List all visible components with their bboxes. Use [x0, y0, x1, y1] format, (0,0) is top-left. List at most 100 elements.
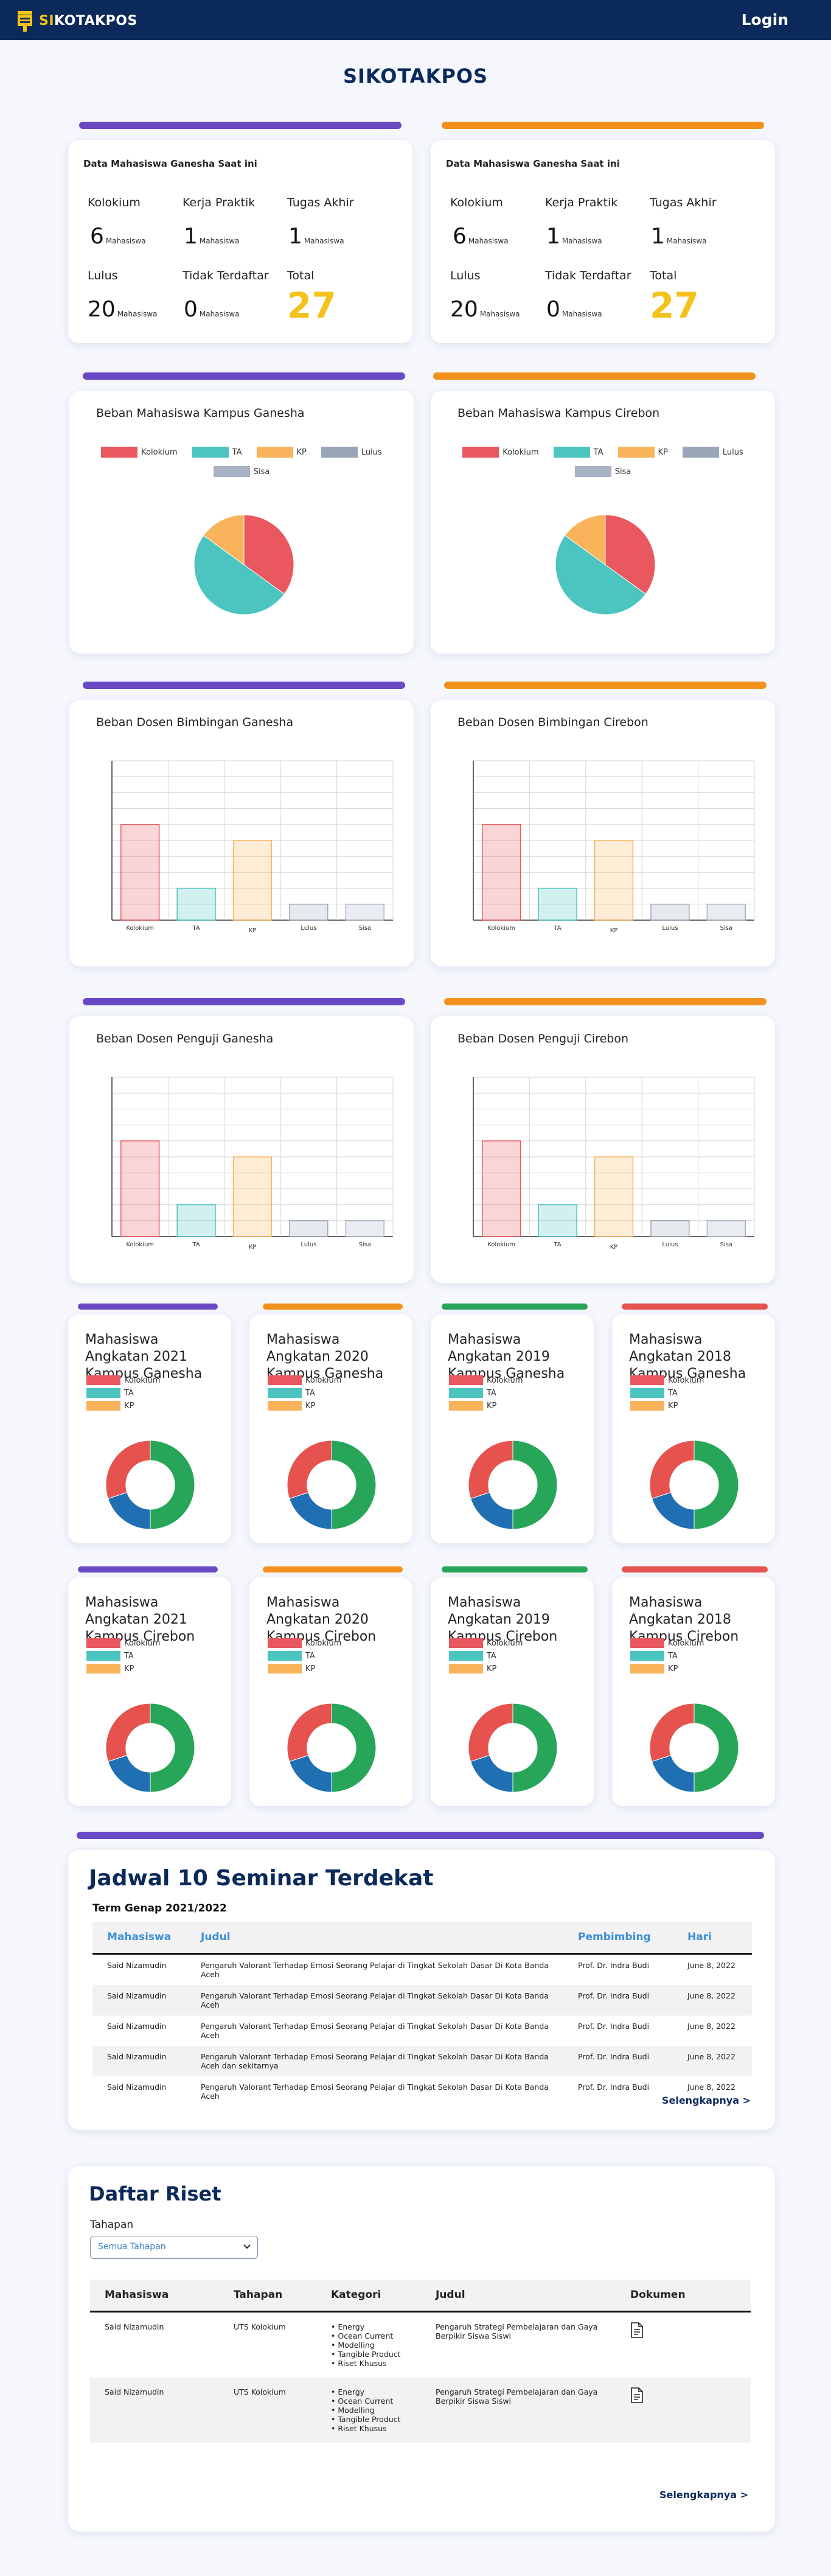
column-header[interactable]: Tahapan — [219, 2280, 316, 2312]
table-row[interactable]: Said Nizamudin Pengaruh Valorant Terhada… — [92, 1984, 752, 2016]
legend-kolokium[interactable]: Kolokium — [630, 1375, 704, 1385]
bar-kp[interactable] — [232, 1156, 273, 1237]
legend-ta[interactable]: TA — [268, 1388, 341, 1398]
pie-slice-kolokium[interactable] — [150, 1440, 195, 1530]
bar-ta[interactable] — [538, 1204, 577, 1237]
legend-ta[interactable]: TA — [630, 1388, 704, 1398]
bar-ta[interactable] — [176, 1204, 216, 1237]
pie-slice-ta[interactable] — [288, 1754, 332, 1793]
bar-sisa[interactable] — [345, 1220, 384, 1237]
pie-slice-kolokium[interactable] — [512, 1703, 558, 1793]
pie-slice-ta[interactable] — [651, 1492, 695, 1530]
legend-ta[interactable]: TA — [86, 1651, 160, 1661]
table-row[interactable]: Said Nizamudin Pengaruh Valorant Terhada… — [92, 1953, 752, 1985]
login-link[interactable]: Login — [742, 11, 788, 29]
bar-ta[interactable] — [176, 887, 216, 921]
bar-lulus[interactable] — [289, 1220, 329, 1237]
donut-chart-2021-cirebon[interactable] — [105, 1702, 196, 1793]
donut-chart-2021-ganesha[interactable] — [105, 1439, 196, 1531]
legend-kolokium[interactable]: Kolokium — [86, 1375, 160, 1385]
brand[interactable]: SIKOTAKPOS — [16, 10, 137, 32]
bar-kolokium[interactable] — [120, 1140, 160, 1237]
table-row[interactable]: Said Nizamudin UTS Kolokium Energy Ocean… — [90, 2377, 751, 2443]
pie-slice-kp[interactable] — [649, 1703, 695, 1762]
bar-ta[interactable] — [538, 887, 577, 921]
table-row[interactable]: Said Nizamudin Pengaruh Valorant Terhada… — [92, 2045, 752, 2076]
legend-sisa[interactable]: Sisa — [213, 466, 269, 477]
column-header[interactable]: Kategori — [316, 2280, 421, 2312]
legend-kp[interactable]: KP — [268, 1664, 341, 1674]
pie-chart-ganesha[interactable] — [193, 514, 295, 616]
column-header[interactable]: Judul — [186, 1922, 563, 1955]
bar-kp[interactable] — [594, 840, 634, 921]
bar-chart-bimbingan-cirebon[interactable]: Kolokium TA KP Lulus Sisa — [455, 756, 759, 938]
table-row[interactable]: Said Nizamudin UTS Kolokium Energy Ocean… — [90, 2311, 751, 2378]
legend-ta[interactable]: TA — [268, 1651, 341, 1661]
legend-ta[interactable]: TA — [630, 1651, 704, 1661]
donut-chart-2020-cirebon[interactable] — [286, 1702, 377, 1793]
legend-kp[interactable]: KP — [86, 1664, 160, 1674]
bar-lulus[interactable] — [650, 904, 690, 921]
tahapan-select[interactable]: Semua Tahapan — [90, 2236, 258, 2259]
legend-ta[interactable]: TA — [449, 1388, 523, 1398]
bar-lulus[interactable] — [289, 904, 329, 921]
column-header[interactable]: Pembimbing — [563, 1922, 673, 1955]
legend-kp[interactable]: KP — [268, 1401, 341, 1411]
bar-sisa[interactable] — [706, 1220, 746, 1237]
bar-kp[interactable] — [594, 1156, 634, 1237]
pie-slice-ta[interactable] — [470, 1492, 513, 1530]
pie-slice-kolokium[interactable] — [694, 1703, 739, 1793]
seminar-more-link[interactable]: Selengkapnya > — [662, 2095, 751, 2106]
legend-kolokium[interactable]: Kolokium — [462, 447, 539, 458]
column-header[interactable]: Hari — [673, 1922, 752, 1955]
table-row[interactable]: Said Nizamudin Pengaruh Valorant Terhada… — [92, 2016, 752, 2046]
pie-chart-cirebon[interactable] — [554, 514, 656, 616]
document-icon[interactable] — [630, 2322, 644, 2338]
legend-ta[interactable]: TA — [449, 1651, 523, 1661]
bar-sisa[interactable] — [706, 904, 746, 921]
column-header[interactable]: Mahasiswa — [90, 2280, 219, 2312]
column-header[interactable]: Dokumen — [616, 2280, 751, 2312]
donut-chart-2018-cirebon[interactable] — [648, 1702, 740, 1793]
pie-slice-kolokium[interactable] — [331, 1703, 377, 1793]
donut-chart-2018-ganesha[interactable] — [648, 1439, 740, 1531]
bar-lulus[interactable] — [650, 1220, 690, 1237]
legend-kp[interactable]: KP — [617, 447, 668, 458]
column-header[interactable]: Judul — [421, 2280, 616, 2312]
donut-chart-2019-cirebon[interactable] — [467, 1702, 558, 1793]
bar-kolokium[interactable] — [482, 1140, 521, 1237]
legend-kp[interactable]: KP — [449, 1401, 523, 1411]
pie-slice-kp[interactable] — [649, 1440, 695, 1499]
legend-sisa[interactable]: Sisa — [574, 466, 631, 477]
legend-kolokium[interactable]: Kolokium — [86, 1638, 160, 1648]
column-header[interactable]: Mahasiswa — [92, 1922, 186, 1955]
bar-chart-penguji-ganesha[interactable]: Kolokium TA KP Lulus Sisa — [94, 1072, 398, 1255]
legend-kolokium[interactable]: Kolokium — [268, 1638, 341, 1648]
legend-ta[interactable]: TA — [86, 1388, 160, 1398]
bar-kolokium[interactable] — [482, 824, 521, 921]
legend-kp[interactable]: KP — [630, 1401, 704, 1411]
table-row[interactable]: Said Nizamudin Pengaruh Valorant Terhada… — [92, 2076, 752, 2107]
bar-chart-bimbingan-ganesha[interactable]: Kolokium TA KP Lulus Sisa — [94, 756, 398, 938]
donut-chart-2019-ganesha[interactable] — [467, 1439, 558, 1531]
legend-kolokium[interactable]: Kolokium — [449, 1375, 523, 1385]
legend-kolokium[interactable]: Kolokium — [630, 1638, 704, 1648]
legend-lulus[interactable]: Lulus — [682, 447, 743, 458]
pie-slice-kp[interactable] — [287, 1440, 332, 1499]
legend-kp[interactable]: KP — [630, 1664, 704, 1674]
legend-ta[interactable]: TA — [192, 447, 242, 458]
pie-slice-kolokium[interactable] — [150, 1703, 195, 1793]
legend-kolokium[interactable]: Kolokium — [449, 1638, 523, 1648]
pie-slice-ta[interactable] — [107, 1492, 151, 1530]
legend-kp[interactable]: KP — [86, 1401, 160, 1411]
pie-slice-ta[interactable] — [470, 1754, 513, 1793]
legend-kp[interactable]: KP — [256, 447, 307, 458]
bar-kp[interactable] — [232, 840, 273, 921]
riset-more-link[interactable]: Selengkapnya > — [659, 2489, 748, 2501]
pie-slice-kolokium[interactable] — [694, 1440, 739, 1530]
pie-slice-kp[interactable] — [468, 1440, 513, 1499]
bar-kolokium[interactable] — [120, 824, 160, 921]
legend-kolokium[interactable]: Kolokium — [101, 447, 178, 458]
pie-slice-kp[interactable] — [105, 1703, 151, 1762]
legend-kp[interactable]: KP — [449, 1664, 523, 1674]
